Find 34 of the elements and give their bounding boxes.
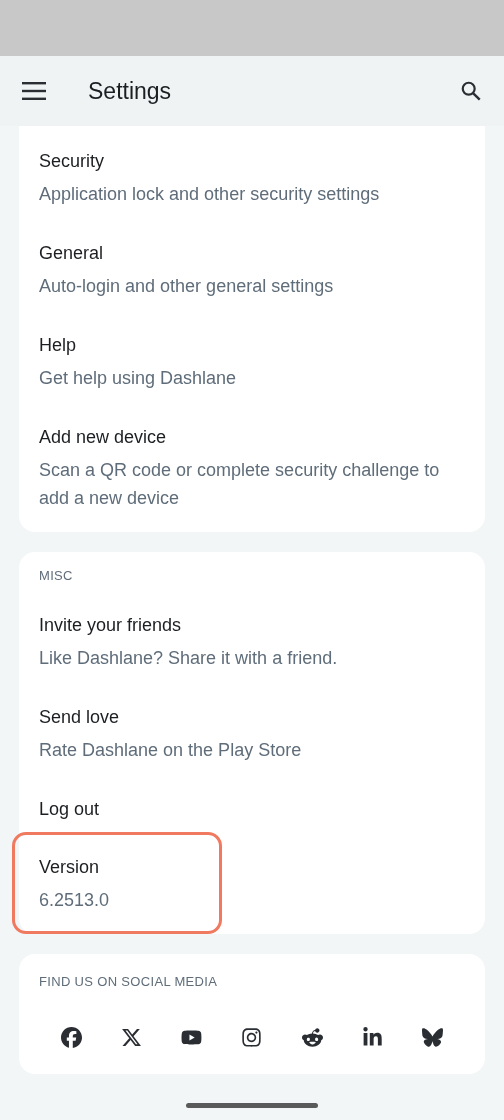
- facebook-icon[interactable]: [60, 1027, 82, 1048]
- item-title: Send love: [39, 705, 121, 729]
- x-icon[interactable]: [120, 1027, 142, 1048]
- settings-item[interactable]: Version 6.2513.0: [19, 837, 485, 930]
- section-header: FIND US ON SOCIAL MEDIA: [38, 972, 219, 991]
- settings-item[interactable]: Send love Rate Dashlane on the Play Store: [19, 687, 485, 780]
- item-title: General: [39, 242, 105, 265]
- settings-item[interactable]: Security Application lock and other security settings: [19, 132, 485, 224]
- section-header: MISC: [38, 567, 74, 585]
- item-title: Version: [39, 855, 101, 879]
- settings-item[interactable]: Add new device Scan a QR code or complete security challenge to add a new device: [19, 408, 485, 528]
- page-title: Settings: [88, 76, 172, 106]
- item-title: Add new device: [39, 426, 168, 449]
- settings-item[interactable]: Invite your friends Like Dashlane? Share it with a friend.: [19, 595, 485, 688]
- settings-item[interactable]: Help Get help using Dashlane: [19, 316, 485, 408]
- search-icon[interactable]: [460, 80, 482, 102]
- instagram-icon[interactable]: [241, 1027, 263, 1048]
- item-subtitle: Rate Dashlane on the Play Store: [39, 738, 303, 762]
- item-subtitle: Like Dashlane? Share it with a friend.: [39, 646, 339, 670]
- item-title: Help: [39, 334, 78, 357]
- item-subtitle: Scan a QR code or complete security challenge to add a new device: [39, 459, 441, 510]
- item-subtitle: Auto-login and other general settings: [39, 275, 335, 298]
- item-title: Security: [39, 150, 106, 173]
- item-title: Log out: [39, 797, 101, 821]
- settings-item[interactable]: Log out: [19, 779, 485, 838]
- reddit-icon[interactable]: [301, 1027, 323, 1048]
- item-title: Invite your friends: [39, 613, 183, 637]
- linkedin-icon[interactable]: [362, 1027, 384, 1048]
- item-subtitle: 6.2513.0: [39, 888, 111, 912]
- item-subtitle: Application lock and other security settings: [39, 183, 381, 206]
- menu-icon[interactable]: [22, 82, 46, 100]
- settings-item[interactable]: General Auto-login and other general settings: [19, 224, 485, 316]
- butterfly-icon[interactable]: [422, 1027, 444, 1048]
- item-subtitle: Get help using Dashlane: [39, 367, 238, 390]
